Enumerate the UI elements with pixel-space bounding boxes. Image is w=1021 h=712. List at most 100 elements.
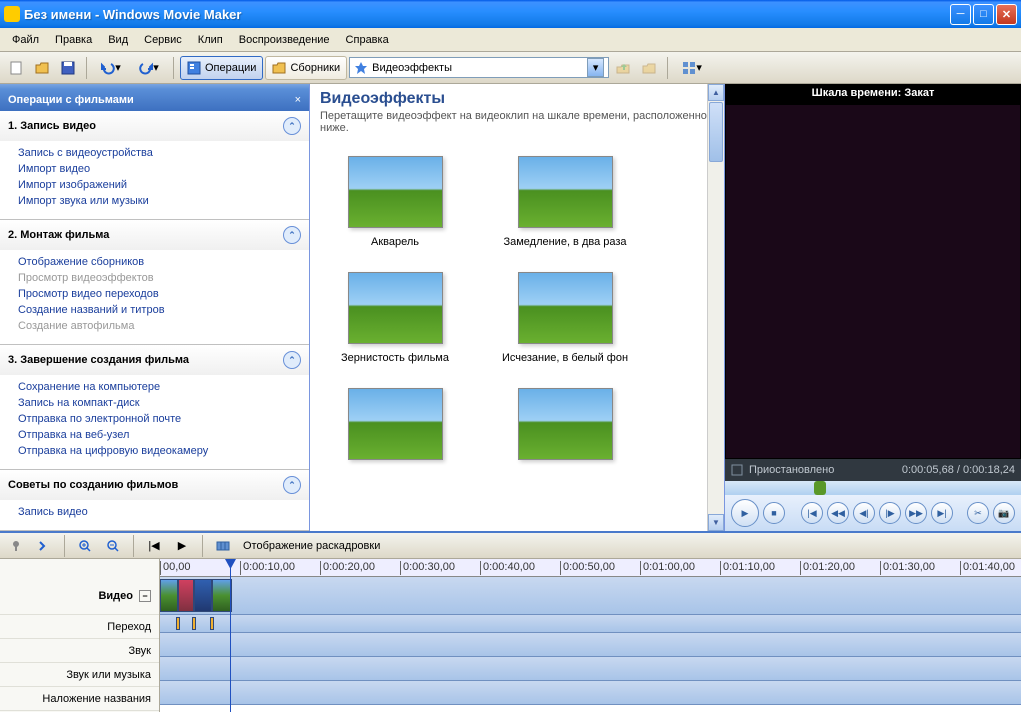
video-clip[interactable] (212, 579, 232, 612)
audio-track[interactable] (160, 633, 1021, 657)
timeline-tracks[interactable]: 00,000:00:10,000:00:20,000:00:30,000:00:… (160, 559, 1021, 712)
ruler-tick: 0:00:20,00 (320, 561, 375, 575)
scroll-up-icon[interactable]: ▲ (708, 84, 724, 101)
task-link[interactable]: Создание названий и титров (18, 302, 301, 318)
storyboard-label[interactable]: Отображение раскадровки (239, 540, 384, 552)
task-pane: Операции с фильмами × 1. Запись видео⌃За… (0, 84, 310, 531)
video-expand-icon[interactable]: − (139, 590, 151, 602)
timeline-audio-levels-button[interactable] (32, 534, 56, 558)
storyboard-icon[interactable] (211, 534, 235, 558)
open-button[interactable] (30, 56, 54, 80)
scroll-thumb[interactable] (709, 102, 723, 162)
rewind-button[interactable]: ◀◀ (827, 502, 849, 524)
location-text: Видеоэффекты (372, 62, 452, 74)
menu-view[interactable]: Вид (100, 31, 136, 49)
split-button[interactable]: ✂ (967, 502, 989, 524)
close-button[interactable]: ✕ (996, 4, 1017, 25)
location-combo[interactable]: Видеоэффекты ▾ (349, 57, 609, 78)
timeline-narrate-button[interactable] (4, 534, 28, 558)
task-link[interactable]: Импорт видео (18, 161, 301, 177)
menu-file[interactable]: Файл (4, 31, 47, 49)
task-pane-close-icon[interactable]: × (295, 94, 301, 106)
task-link[interactable]: Запись с видеоустройства (18, 145, 301, 161)
timeline-rewind-button[interactable]: |◀ (142, 534, 166, 558)
snapshot-button[interactable]: 📷 (993, 502, 1015, 524)
seek-thumb[interactable] (814, 481, 826, 495)
task-link[interactable]: Просмотр видео переходов (18, 286, 301, 302)
chevron-up-icon[interactable]: ⌃ (283, 226, 301, 244)
seek-bar[interactable] (725, 481, 1021, 495)
task-link[interactable]: Отправка по электронной почте (18, 411, 301, 427)
task-link: Создание автофильма (18, 318, 301, 334)
music-track[interactable] (160, 657, 1021, 681)
chevron-up-icon[interactable]: ⌃ (283, 351, 301, 369)
timeline-ruler[interactable]: 00,000:00:10,000:00:20,000:00:30,000:00:… (160, 559, 1021, 577)
scroll-down-icon[interactable]: ▼ (708, 514, 724, 531)
task-section: Советы по созданию фильмов⌃ Запись видео (0, 470, 309, 531)
ruler-tick: 0:00:40,00 (480, 561, 535, 575)
undo-button[interactable]: ▾ (93, 56, 129, 80)
minimize-button[interactable]: ─ (950, 4, 971, 25)
transition-clip[interactable] (210, 617, 214, 630)
task-link[interactable]: Запись на компакт-диск (18, 395, 301, 411)
task-link[interactable]: Отправка на цифровую видеокамеру (18, 443, 301, 459)
separator (64, 535, 65, 557)
effect-item[interactable]: Зернистость фильма (330, 272, 460, 364)
video-clip[interactable] (194, 579, 212, 612)
transition-track[interactable] (160, 615, 1021, 633)
task-link[interactable]: Сохранение на компьютере (18, 379, 301, 395)
up-level-button[interactable] (611, 56, 635, 80)
menu-tools[interactable]: Сервис (136, 31, 190, 49)
task-link[interactable]: Импорт звука или музыки (18, 193, 301, 209)
video-clip[interactable] (160, 579, 178, 612)
next-button[interactable]: ▶| (931, 502, 953, 524)
task-link[interactable]: Запись видео (18, 504, 301, 520)
redo-button[interactable]: ▾ (131, 56, 167, 80)
step-fwd-button[interactable]: |▶ (879, 502, 901, 524)
scrollbar[interactable]: ▲ ▼ (707, 84, 724, 531)
play-button[interactable]: ▶ (731, 499, 759, 527)
zoom-in-button[interactable] (73, 534, 97, 558)
menu-play[interactable]: Воспроизведение (231, 31, 338, 49)
transition-clip[interactable] (176, 617, 180, 630)
transition-clip[interactable] (192, 617, 196, 630)
effect-item[interactable]: Замедление, в два раза (500, 156, 630, 248)
save-button[interactable] (56, 56, 80, 80)
video-track[interactable] (160, 577, 1021, 615)
title-track[interactable] (160, 681, 1021, 705)
timeline-play-button[interactable]: ▶ (170, 534, 194, 558)
prev-button[interactable]: |◀ (801, 502, 823, 524)
views-button[interactable]: ▾ (674, 56, 710, 80)
new-folder-button[interactable] (637, 56, 661, 80)
stop-button[interactable]: ■ (763, 502, 785, 524)
task-link[interactable]: Отправка на веб-узел (18, 427, 301, 443)
effect-item[interactable]: Исчезание, в белый фон (500, 272, 630, 364)
collections-button[interactable]: Сборники (265, 56, 347, 80)
new-button[interactable] (4, 56, 28, 80)
zoom-out-button[interactable] (101, 534, 125, 558)
task-section-header[interactable]: 3. Завершение создания фильма⌃ (0, 345, 309, 375)
timeline-toolbar: |◀ ▶ Отображение раскадровки (0, 533, 1021, 559)
effects-icon (354, 61, 368, 75)
task-section-header[interactable]: 1. Запись видео⌃ (0, 111, 309, 141)
step-back-button[interactable]: ◀| (853, 502, 875, 524)
menu-clip[interactable]: Клип (190, 31, 231, 49)
effect-item[interactable]: Акварель (330, 156, 460, 248)
menu-help[interactable]: Справка (338, 31, 397, 49)
video-clip[interactable] (178, 579, 194, 612)
chevron-up-icon[interactable]: ⌃ (283, 476, 301, 494)
chevron-up-icon[interactable]: ⌃ (283, 117, 301, 135)
task-link[interactable]: Импорт изображений (18, 177, 301, 193)
task-section-header[interactable]: 2. Монтаж фильма⌃ (0, 220, 309, 250)
task-link[interactable]: Отображение сборников (18, 254, 301, 270)
tasks-button[interactable]: Операции (180, 56, 263, 80)
task-section-header[interactable]: Советы по созданию фильмов⌃ (0, 470, 309, 500)
separator (86, 57, 87, 79)
menu-edit[interactable]: Правка (47, 31, 100, 49)
dropdown-arrow-icon[interactable]: ▾ (587, 58, 604, 77)
forward-button[interactable]: ▶▶ (905, 502, 927, 524)
maximize-button[interactable]: □ (973, 4, 994, 25)
playhead[interactable] (230, 559, 231, 712)
effect-item[interactable] (330, 388, 460, 468)
effect-item[interactable] (500, 388, 630, 468)
